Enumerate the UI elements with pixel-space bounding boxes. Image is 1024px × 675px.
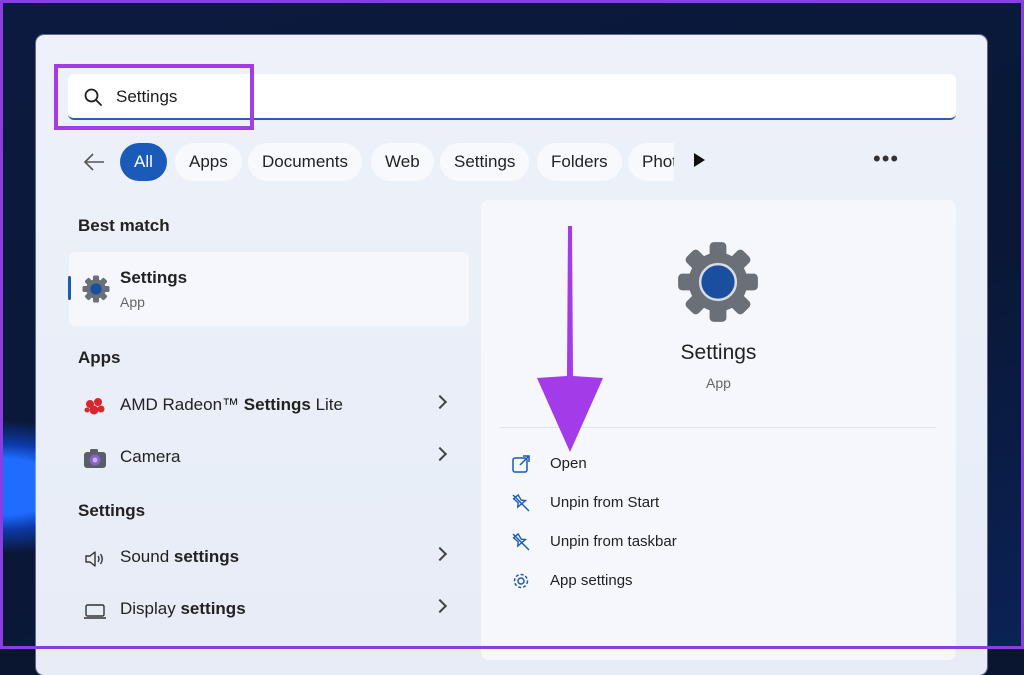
settings-result-display[interactable]: Display settings: [69, 587, 469, 633]
filter-chip-settings[interactable]: Settings: [440, 143, 530, 181]
more-options-icon[interactable]: •••: [873, 146, 899, 172]
open-external-icon: [512, 455, 530, 473]
section-best-match: Best match: [78, 216, 170, 235]
filter-chip-folders[interactable]: Folders: [537, 143, 622, 181]
camera-icon: [84, 449, 106, 468]
chevron-right-icon[interactable]: [432, 394, 448, 410]
app-result-camera[interactable]: Camera: [69, 435, 469, 481]
search-icon: [84, 88, 102, 106]
settings-gear-icon: [82, 275, 110, 303]
chevron-right-icon[interactable]: [432, 546, 448, 562]
filter-chip-all[interactable]: All: [120, 143, 167, 181]
app-result-label: Camera: [120, 447, 181, 466]
scroll-right-icon[interactable]: [694, 153, 705, 167]
settings-result-label: Display settings: [120, 599, 246, 618]
action-label: Unpin from Start: [550, 494, 660, 511]
chevron-right-icon[interactable]: [432, 446, 448, 462]
display-icon: [84, 604, 106, 619]
annotation-arrow: [537, 226, 603, 452]
best-match-subtitle: App: [120, 294, 145, 310]
gear-icon: [513, 573, 529, 589]
speaker-icon: [85, 551, 103, 567]
search-query-text[interactable]: Settings: [116, 87, 177, 107]
section-apps: Apps: [78, 348, 121, 367]
filter-chip-web[interactable]: Web: [371, 143, 434, 181]
selection-indicator: [68, 276, 71, 300]
chevron-right-icon[interactable]: [432, 598, 448, 614]
filter-chip-documents[interactable]: Documents: [248, 143, 362, 181]
app-result-label: AMD Radeon™ Settings Lite: [120, 395, 343, 414]
action-label: App settings: [550, 572, 633, 589]
filter-chip-photos[interactable]: Phot: [628, 143, 674, 181]
action-label: Unpin from taskbar: [550, 533, 677, 550]
section-settings: Settings: [78, 501, 146, 520]
action-label: Open: [550, 455, 587, 472]
best-match-title: Settings: [120, 268, 188, 287]
best-match-item[interactable]: Settings App: [69, 252, 469, 326]
unpin-icon: [512, 532, 530, 551]
amd-radeon-icon: [84, 398, 105, 415]
settings-result-sound[interactable]: Sound settings: [69, 535, 469, 581]
settings-result-label: Sound settings: [120, 547, 240, 566]
filter-chip-apps[interactable]: Apps: [175, 143, 242, 181]
settings-gear-large-icon: [678, 242, 758, 322]
unpin-icon: [512, 493, 530, 512]
back-arrow-icon[interactable]: [82, 150, 106, 174]
app-result-amd-radeon[interactable]: AMD Radeon™ Settings Lite: [69, 383, 469, 429]
